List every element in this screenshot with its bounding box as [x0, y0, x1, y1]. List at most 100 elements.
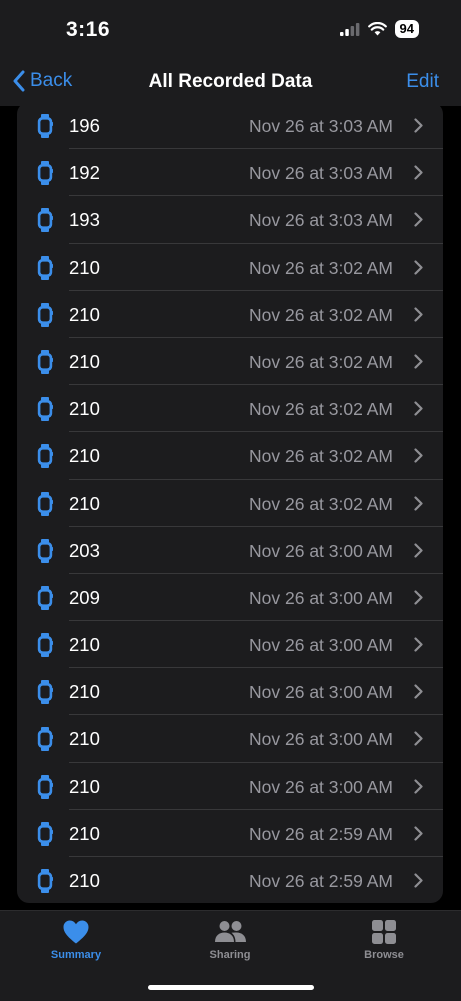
list-item[interactable]: 210 Nov 26 at 2:59 AM — [17, 810, 443, 857]
chevron-right-icon — [414, 731, 423, 751]
list-item[interactable]: 210 Nov 26 at 2:59 AM — [17, 857, 443, 903]
row-value: 210 — [69, 870, 100, 891]
watch-icon — [37, 397, 53, 426]
row-date: Nov 26 at 3:02 AM — [249, 446, 393, 467]
list-item[interactable]: 209 Nov 26 at 3:00 AM — [17, 574, 443, 622]
tab-sharing-label: Sharing — [209, 949, 251, 961]
row-date: Nov 26 at 3:00 AM — [249, 635, 393, 656]
row-value: 209 — [69, 586, 100, 608]
row-date: Nov 26 at 3:03 AM — [249, 163, 393, 184]
row-value: 210 — [69, 728, 100, 750]
row-date: Nov 26 at 2:59 AM — [249, 871, 393, 891]
chevron-right-icon — [414, 212, 423, 232]
home-indicator — [148, 985, 314, 990]
chevron-right-icon — [414, 448, 423, 468]
row-date: Nov 26 at 3:02 AM — [249, 493, 393, 514]
list-item[interactable]: 210 Nov 26 at 3:00 AM — [17, 763, 443, 810]
row-value: 210 — [69, 445, 100, 467]
watch-icon — [37, 680, 53, 709]
list-item[interactable]: 210 Nov 26 at 3:02 AM — [17, 480, 443, 527]
watch-icon — [37, 869, 53, 898]
status-time: 3:16 — [66, 18, 111, 41]
people-icon — [215, 921, 246, 942]
watch-icon — [37, 349, 53, 379]
watch-icon — [37, 633, 53, 662]
heart-icon — [63, 920, 89, 944]
watch-icon — [37, 491, 53, 521]
list-item[interactable]: 210 Nov 26 at 3:00 AM — [17, 715, 443, 763]
list-area[interactable]: 196 Nov 26 at 3:03 AM 192 Nov 26 at 3:03 AM… — [0, 106, 461, 910]
chevron-right-icon — [414, 873, 423, 893]
row-value: 196 — [69, 115, 100, 136]
chevron-right-icon — [414, 543, 423, 563]
chevron-right-icon — [414, 684, 423, 704]
watch-icon — [37, 821, 53, 851]
row-date: Nov 26 at 3:03 AM — [249, 116, 393, 136]
chevron-right-icon — [414, 779, 423, 799]
nav-bar: Back All Recorded Data Edit — [0, 60, 461, 106]
watch-icon — [37, 774, 53, 804]
watch-icon — [37, 208, 53, 237]
watch-icon — [37, 161, 53, 190]
battery-indicator: 94 — [394, 20, 419, 38]
row-date: Nov 26 at 2:59 AM — [249, 823, 393, 844]
tab-browse[interactable]: Browse — [324, 919, 444, 961]
row-value: 210 — [69, 681, 100, 703]
recorded-data-list: 196 Nov 26 at 3:03 AM 192 Nov 26 at 3:03 AM… — [17, 106, 443, 903]
chevron-right-icon — [414, 165, 423, 185]
row-value: 210 — [69, 822, 100, 844]
row-value: 210 — [69, 350, 100, 372]
row-date: Nov 26 at 3:02 AM — [249, 351, 393, 372]
row-date: Nov 26 at 3:03 AM — [249, 210, 393, 231]
list-item[interactable]: 193 Nov 26 at 3:03 AM — [17, 196, 443, 244]
list-item[interactable]: 196 Nov 26 at 3:03 AM — [17, 106, 443, 150]
row-date: Nov 26 at 3:00 AM — [249, 729, 393, 750]
chevron-right-icon — [414, 401, 423, 421]
list-item[interactable]: 210 Nov 26 at 3:00 AM — [17, 621, 443, 669]
wifi-icon — [367, 22, 387, 36]
row-value: 203 — [69, 539, 100, 561]
list-item[interactable]: 210 Nov 26 at 3:02 AM — [17, 291, 443, 338]
row-date: Nov 26 at 3:00 AM — [249, 682, 393, 703]
watch-icon — [37, 585, 53, 615]
list-item[interactable]: 210 Nov 26 at 3:00 AM — [17, 668, 443, 716]
edit-button[interactable]: Edit — [406, 71, 439, 93]
chevron-right-icon — [414, 307, 423, 327]
chevron-right-icon — [414, 495, 423, 516]
row-value: 210 — [69, 398, 100, 420]
chevron-right-icon — [414, 118, 423, 138]
watch-icon — [37, 538, 53, 568]
row-value: 210 — [69, 634, 100, 656]
watch-icon — [37, 444, 53, 473]
row-value: 210 — [69, 303, 100, 325]
list-item[interactable]: 210 Nov 26 at 3:02 AM — [17, 244, 443, 291]
watch-icon — [37, 727, 53, 756]
row-value: 210 — [69, 492, 100, 514]
row-value: 210 — [69, 775, 100, 797]
tab-summary-label: Summary — [50, 949, 102, 961]
watch-icon — [37, 114, 53, 143]
chevron-right-icon — [414, 354, 423, 374]
status-icons: 94 — [339, 20, 419, 38]
row-value: 193 — [69, 209, 100, 231]
chevron-right-icon — [414, 259, 423, 280]
list-item[interactable]: 192 Nov 26 at 3:03 AM — [17, 149, 443, 197]
chevron-right-icon — [414, 590, 423, 610]
row-date: Nov 26 at 3:02 AM — [249, 304, 393, 325]
chevron-right-icon — [414, 826, 423, 846]
tab-summary[interactable]: Summary — [16, 919, 136, 961]
status-bar: 3:16 94 — [0, 0, 461, 60]
list-item[interactable]: 210 Nov 26 at 3:02 AM — [17, 432, 443, 480]
row-value: 210 — [69, 256, 100, 278]
grid-icon — [372, 920, 396, 944]
page-title: All Recorded Data — [148, 71, 313, 92]
row-date: Nov 26 at 3:00 AM — [249, 776, 393, 797]
row-date: Nov 26 at 3:02 AM — [249, 257, 393, 278]
list-item[interactable]: 210 Nov 26 at 3:02 AM — [17, 338, 443, 386]
tab-sharing[interactable]: Sharing — [170, 919, 290, 961]
chevron-right-icon — [414, 637, 423, 657]
watch-icon — [37, 255, 53, 285]
list-item[interactable]: 203 Nov 26 at 3:00 AM — [17, 527, 443, 574]
list-item[interactable]: 210 Nov 26 at 3:02 AM — [17, 385, 443, 433]
row-date: Nov 26 at 3:00 AM — [249, 587, 393, 608]
